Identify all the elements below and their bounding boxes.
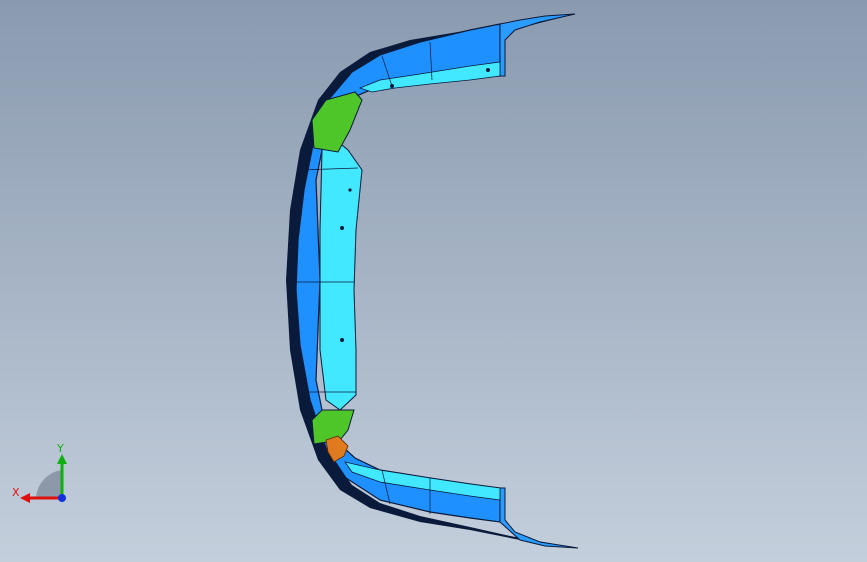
graphics-viewport[interactable]: Y X (0, 0, 867, 562)
mount-holes (340, 68, 490, 342)
coordinate-triad: Y X (12, 442, 67, 503)
y-axis-label: Y (56, 442, 64, 455)
inner-surface (319, 139, 363, 411)
x-axis-arrow (20, 493, 30, 503)
y-axis-arrow (57, 454, 67, 464)
x-axis-label: X (12, 486, 20, 499)
bumper-model[interactable] (0, 0, 867, 562)
triad-plane (36, 470, 62, 498)
upper-flange (499, 13, 576, 77)
lower-flange (499, 487, 579, 549)
z-axis-dot (58, 494, 66, 502)
